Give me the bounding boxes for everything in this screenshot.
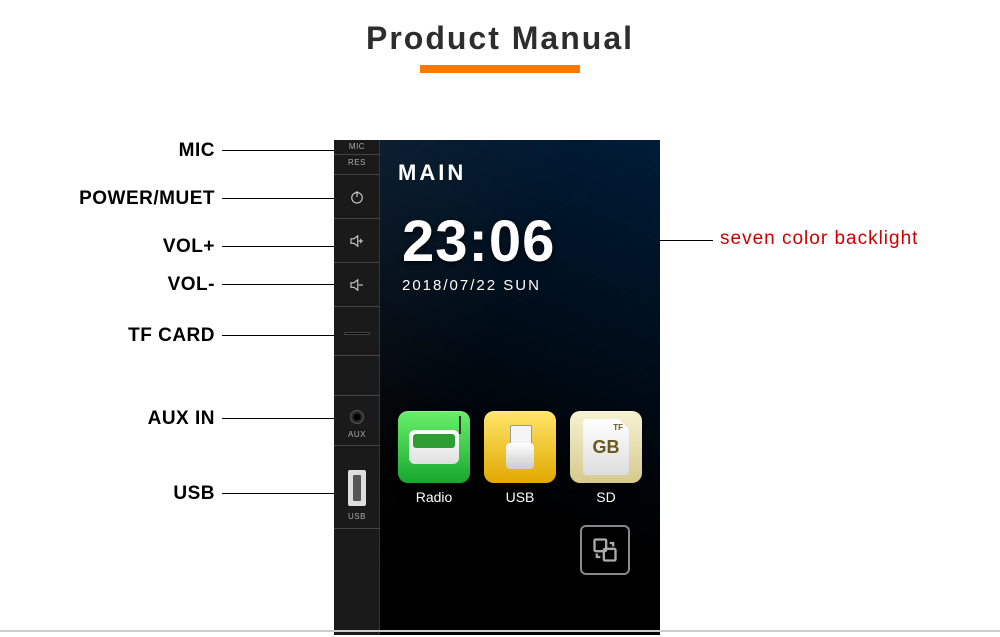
screen-title: MAIN [398, 160, 466, 186]
side-divider [334, 174, 380, 175]
power-icon [348, 188, 366, 206]
swap-icon [591, 536, 619, 564]
side-divider [334, 154, 380, 155]
side-divider [334, 445, 380, 446]
screen[interactable]: MAIN 23:06 2018/07/22 SUN Radio USB [380, 140, 660, 635]
radio-icon [398, 411, 470, 483]
usb-port[interactable] [348, 470, 366, 506]
label-tf: TF CARD [0, 325, 215, 347]
sd-icon: TF GB [570, 411, 642, 483]
label-mic: MIC [0, 140, 215, 162]
side-divider [334, 306, 380, 307]
speaker-plus-icon [348, 232, 366, 250]
header: Product Manual [0, 0, 1000, 73]
app-usb[interactable]: USB [484, 411, 556, 505]
side-divider [334, 395, 380, 396]
sd-gb-text: GB [593, 437, 620, 458]
clock-date: 2018/07/22 SUN [402, 277, 660, 294]
label-power: POWER/MUET [0, 188, 215, 210]
side-panel: MIC RES AUX USB [334, 140, 380, 635]
footer-divider [0, 630, 1000, 632]
app-usb-label: USB [484, 489, 556, 505]
usb-icon [484, 411, 556, 483]
lead-voldown [222, 284, 340, 285]
device: MIC RES AUX USB [334, 140, 660, 635]
label-voldown: VOL- [0, 274, 215, 296]
title-underline [420, 65, 580, 73]
side-usb-text: USB [334, 512, 380, 521]
clock: 23:06 2018/07/22 SUN [402, 208, 660, 294]
label-aux: AUX IN [0, 408, 215, 430]
aux-port[interactable] [350, 410, 364, 424]
side-res-text: RES [334, 158, 380, 167]
lead-volup [222, 246, 340, 247]
side-divider [334, 218, 380, 219]
vol-up-button[interactable] [334, 224, 380, 258]
app-radio[interactable]: Radio [398, 411, 470, 505]
lead-aux [222, 418, 340, 419]
side-divider [334, 528, 380, 529]
lead-mic [222, 150, 340, 151]
swap-apps-button[interactable] [580, 525, 630, 575]
tf-card-slot[interactable] [344, 332, 370, 335]
app-sd-label: SD [570, 489, 642, 505]
app-sd[interactable]: TF GB SD [570, 411, 642, 505]
sd-tf-text: TF [613, 423, 623, 432]
power-button[interactable] [334, 180, 380, 214]
vol-down-button[interactable] [334, 268, 380, 302]
page-title: Product Manual [0, 20, 1000, 57]
lead-tf [222, 335, 340, 336]
lead-power [222, 198, 340, 199]
diagram: MIC POWER/MUET VOL+ VOL- TF CARD AUX IN … [0, 140, 1000, 637]
side-mic-text: MIC [334, 142, 380, 151]
label-backlight: seven color backlight [720, 228, 918, 250]
app-radio-label: Radio [398, 489, 470, 505]
speaker-minus-icon [348, 276, 366, 294]
app-row: Radio USB TF GB SD [398, 411, 642, 505]
label-volup: VOL+ [0, 236, 215, 258]
clock-time: 23:06 [402, 208, 660, 275]
lead-usb [222, 493, 340, 494]
label-usb: USB [0, 483, 215, 505]
side-aux-text: AUX [334, 430, 380, 439]
side-divider [334, 355, 380, 356]
side-divider [334, 262, 380, 263]
